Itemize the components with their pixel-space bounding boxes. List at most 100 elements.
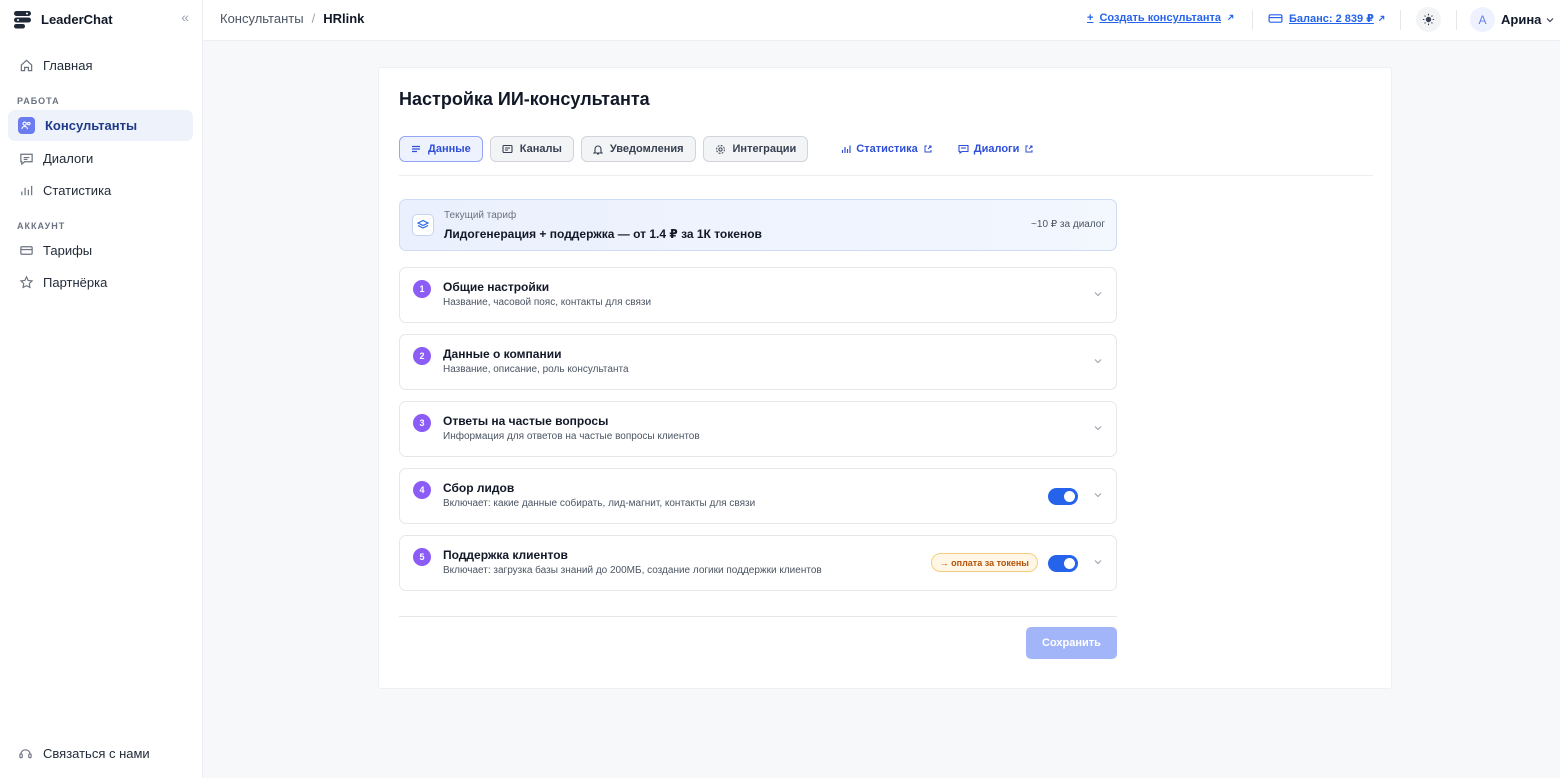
section-subtitle: Название, описание, роль консультанта [443,364,629,375]
tab-label: Каналы [519,143,562,155]
breadcrumb-consultants[interactable]: Консультанты [220,11,304,26]
plus-icon: + [1087,12,1094,24]
tab-label: Уведомления [609,143,684,155]
statistics-link[interactable]: Статистика [841,143,932,155]
home-icon [18,58,34,74]
sidebar-item-home[interactable]: Главная [8,50,193,81]
section-customer-support[interactable]: 5 Поддержка клиентов Включает: загрузка … [399,535,1117,591]
settings-card: Настройка ИИ-консультанта Данные Каналы … [378,67,1392,689]
consultants-icon [18,117,35,134]
sidebar-item-label: Партнёрка [43,275,108,290]
tab-data[interactable]: Данные [399,136,483,162]
tariff-note: ~10 ₽ за диалог [1031,219,1105,230]
tab-integrations[interactable]: Интеграции [702,136,809,162]
external-arrow-icon [1378,13,1385,25]
tabs: Данные Каналы Уведомления Интеграции Ста… [399,136,1033,162]
sidebar-item-consultants[interactable]: Консультанты [8,110,193,141]
sidebar-item-label: Тарифы [43,243,93,258]
credit-card-icon [18,243,34,259]
leaderchat-logo-icon [13,10,32,29]
sidebar-item-partner[interactable]: Партнёрка [8,267,193,298]
sidebar-item-statistics[interactable]: Статистика [8,175,193,206]
section-title: Поддержка клиентов [443,548,568,562]
step-number: 5 [413,548,431,566]
layers-icon [412,214,434,236]
breadcrumb-separator: / [311,11,316,26]
breadcrumb-current: HRlink [323,11,365,26]
chevron-down-icon[interactable] [1093,423,1103,433]
sidebar-item-tariffs[interactable]: Тарифы [8,235,193,266]
sidebar-item-label: Диалоги [43,151,94,166]
step-number: 3 [413,414,431,432]
brand[interactable]: LeaderChat « [13,8,191,30]
section-subtitle: Включает: загрузка базы знаний до 200МБ,… [443,565,822,576]
section-subtitle: Информация для ответов на частые вопросы… [443,431,700,442]
dialogs-link[interactable]: Диалоги [958,143,1034,155]
section-title: Ответы на частые вопросы [443,414,609,428]
contact-label: Связаться с нами [43,746,150,761]
chat-icon [958,144,969,154]
section-label-work: РАБОТА [17,96,60,106]
customer-support-toggle[interactable] [1048,555,1078,572]
bell-icon [592,144,603,155]
app-name: LeaderChat [41,11,113,27]
chevron-down-icon[interactable] [1093,490,1103,500]
support-icon [18,746,33,761]
tariff-label: Текущий тариф [444,210,517,221]
section-title: Сбор лидов [443,481,515,495]
section-faq[interactable]: 3 Ответы на частые вопросы Информация дл… [399,401,1117,457]
collapse-sidebar-icon[interactable]: « [181,9,189,25]
section-title: Данные о компании [443,347,562,361]
wallet-icon [1268,13,1283,24]
sidebar-item-label: Консультанты [45,118,138,133]
section-company-data[interactable]: 2 Данные о компании Название, описание, … [399,334,1117,390]
star-icon [18,275,34,291]
avatar[interactable]: A [1470,7,1495,32]
save-button[interactable]: Сохранить [1026,627,1117,659]
gear-icon [715,144,726,155]
external-arrow-icon [1227,12,1234,24]
topbar-divider [1400,10,1401,30]
section-subtitle: Название, часовой пояс, контакты для свя… [443,297,652,308]
user-name: Арина [1501,12,1542,27]
balance-label: Баланс: 2 839 ₽ [1289,13,1374,25]
chat-icon [18,151,34,167]
balance-link[interactable]: Баланс: 2 839 ₽ [1268,12,1385,25]
chevron-down-icon[interactable] [1093,289,1103,299]
footer-divider [399,616,1117,617]
external-link-icon [924,145,932,153]
tab-channels[interactable]: Каналы [489,136,574,162]
section-title: Общие настройки [443,280,550,294]
statistics-link-label: Статистика [856,143,918,155]
message-icon [502,144,513,154]
dialogs-link-label: Диалоги [973,143,1020,155]
sun-icon [1422,13,1435,26]
create-consultant-link[interactable]: + Создать консультанта [1087,12,1234,24]
step-number: 1 [413,280,431,298]
tab-label: Интеграции [732,143,797,155]
bar-chart-icon [18,183,34,199]
sidebar: LeaderChat « Главная РАБОТА Консультанты… [0,0,203,778]
chevron-down-icon[interactable] [1093,557,1103,567]
sidebar-item-dialogs[interactable]: Диалоги [8,143,193,174]
theme-toggle-button[interactable] [1416,7,1441,32]
user-menu[interactable]: Арина [1501,12,1555,27]
page-title: Настройка ИИ-консультанта [399,89,650,109]
topbar-divider [1252,10,1253,30]
lead-collection-toggle[interactable] [1048,488,1078,505]
topbar-divider [1456,10,1457,30]
section-lead-collection[interactable]: 4 Сбор лидов Включает: какие данные соби… [399,468,1117,524]
chevron-down-icon [1545,15,1555,25]
section-subtitle: Включает: какие данные собирать, лид-маг… [443,498,756,509]
tab-notifications[interactable]: Уведомления [580,136,696,162]
current-tariff-banner: Текущий тариф Лидогенерация + поддержка … [399,199,1117,251]
contact-us-link[interactable]: Связаться с нами [18,746,150,761]
topbar: Консультанты / HRlink + Создать консультан… [203,0,1560,41]
step-number: 4 [413,481,431,499]
bar-chart-icon [841,144,851,154]
chevron-down-icon[interactable] [1093,356,1103,366]
section-general-settings[interactable]: 1 Общие настройки Название, часовой пояс… [399,267,1117,323]
tariff-value: Лидогенерация + поддержка — от 1.4 ₽ за … [444,227,762,241]
token-payment-badge: → оплата за токены [930,553,1038,572]
tab-label: Данные [428,143,471,155]
